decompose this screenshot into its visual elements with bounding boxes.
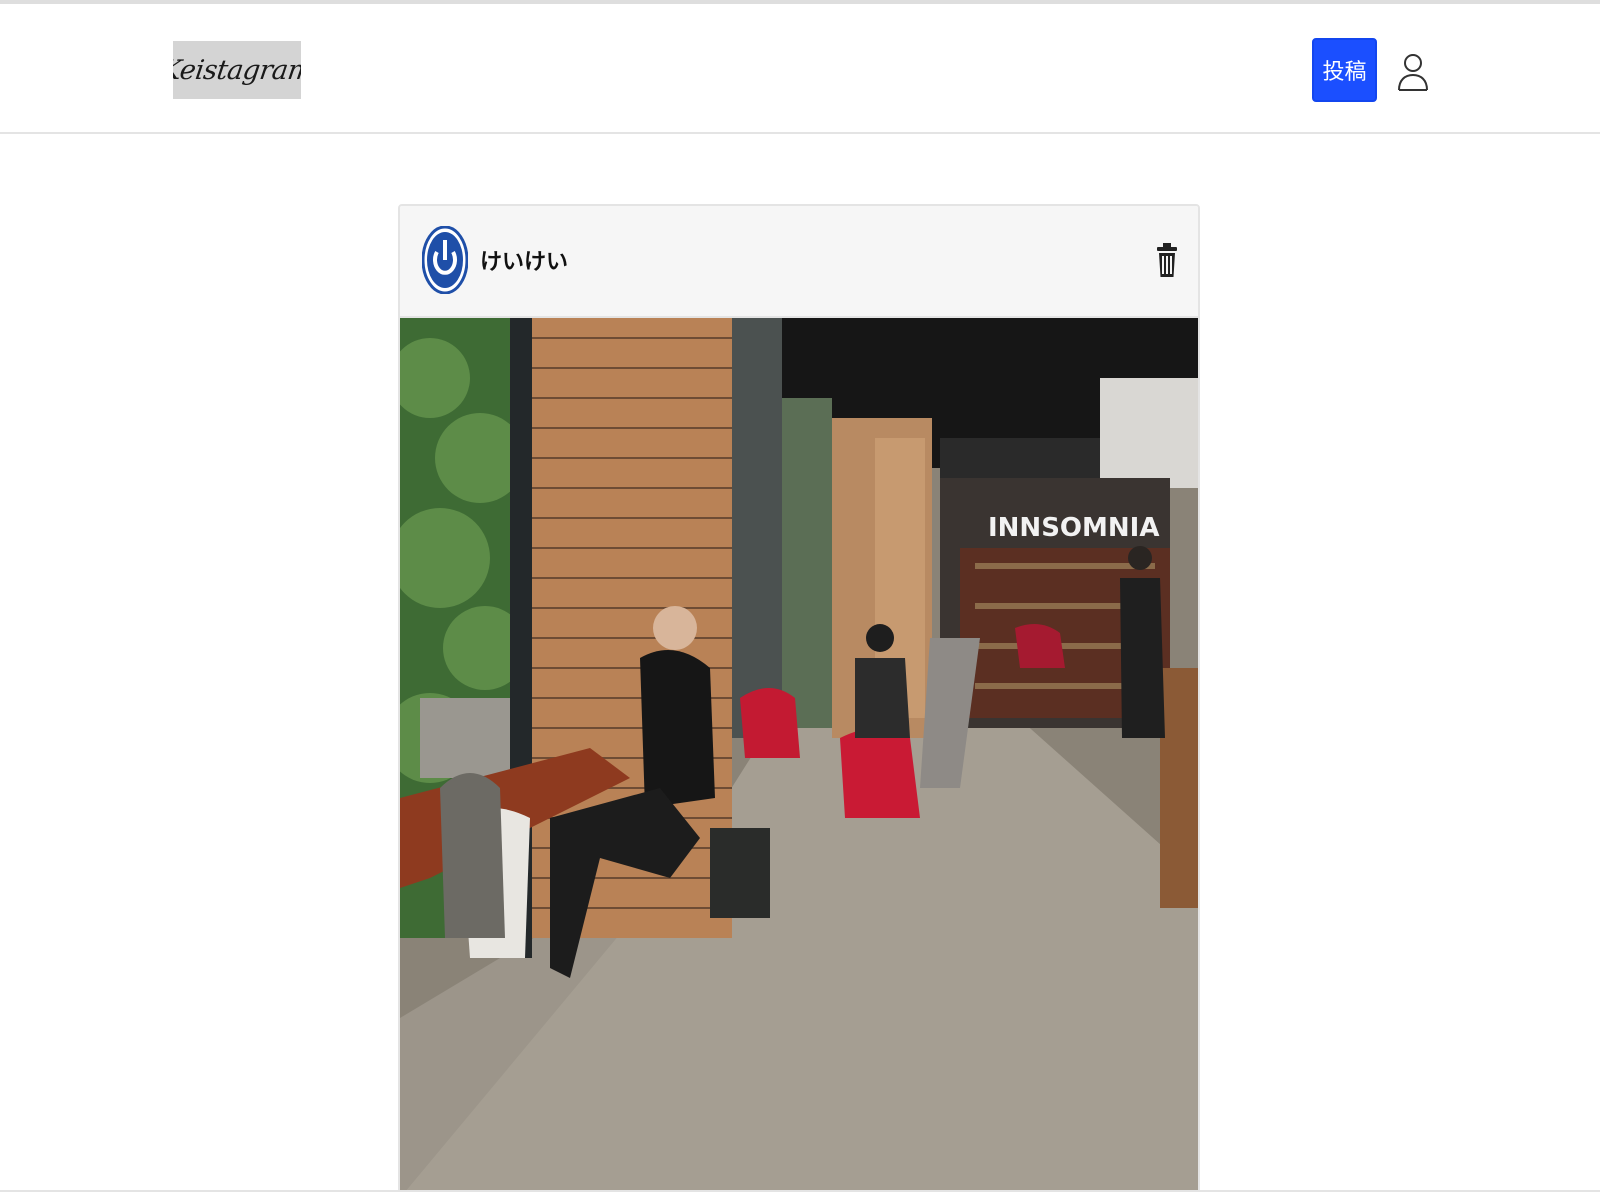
post-photo[interactable]: INNSOMNIA (400, 318, 1198, 1198)
avatar[interactable] (422, 226, 468, 294)
post-header: けいけい (400, 206, 1198, 318)
page: Keistagram 投稿 けいけい INNSOMNIA (0, 0, 1600, 1200)
site-logo-text: Keistagram (173, 54, 301, 86)
post-username[interactable]: けいけい (480, 244, 568, 276)
post-card: けいけい INNSOMNIA (398, 204, 1200, 1200)
bottom-divider (0, 1190, 1600, 1200)
post-button[interactable]: 投稿 (1312, 38, 1377, 102)
user-icon[interactable] (1396, 52, 1430, 92)
site-logo[interactable]: Keistagram (173, 41, 301, 99)
site-header: Keistagram 投稿 (0, 4, 1600, 134)
photo-sign-text: INNSOMNIA (988, 513, 1159, 543)
trash-icon[interactable] (1156, 242, 1178, 278)
cafe-photo: INNSOMNIA (400, 318, 1198, 1198)
